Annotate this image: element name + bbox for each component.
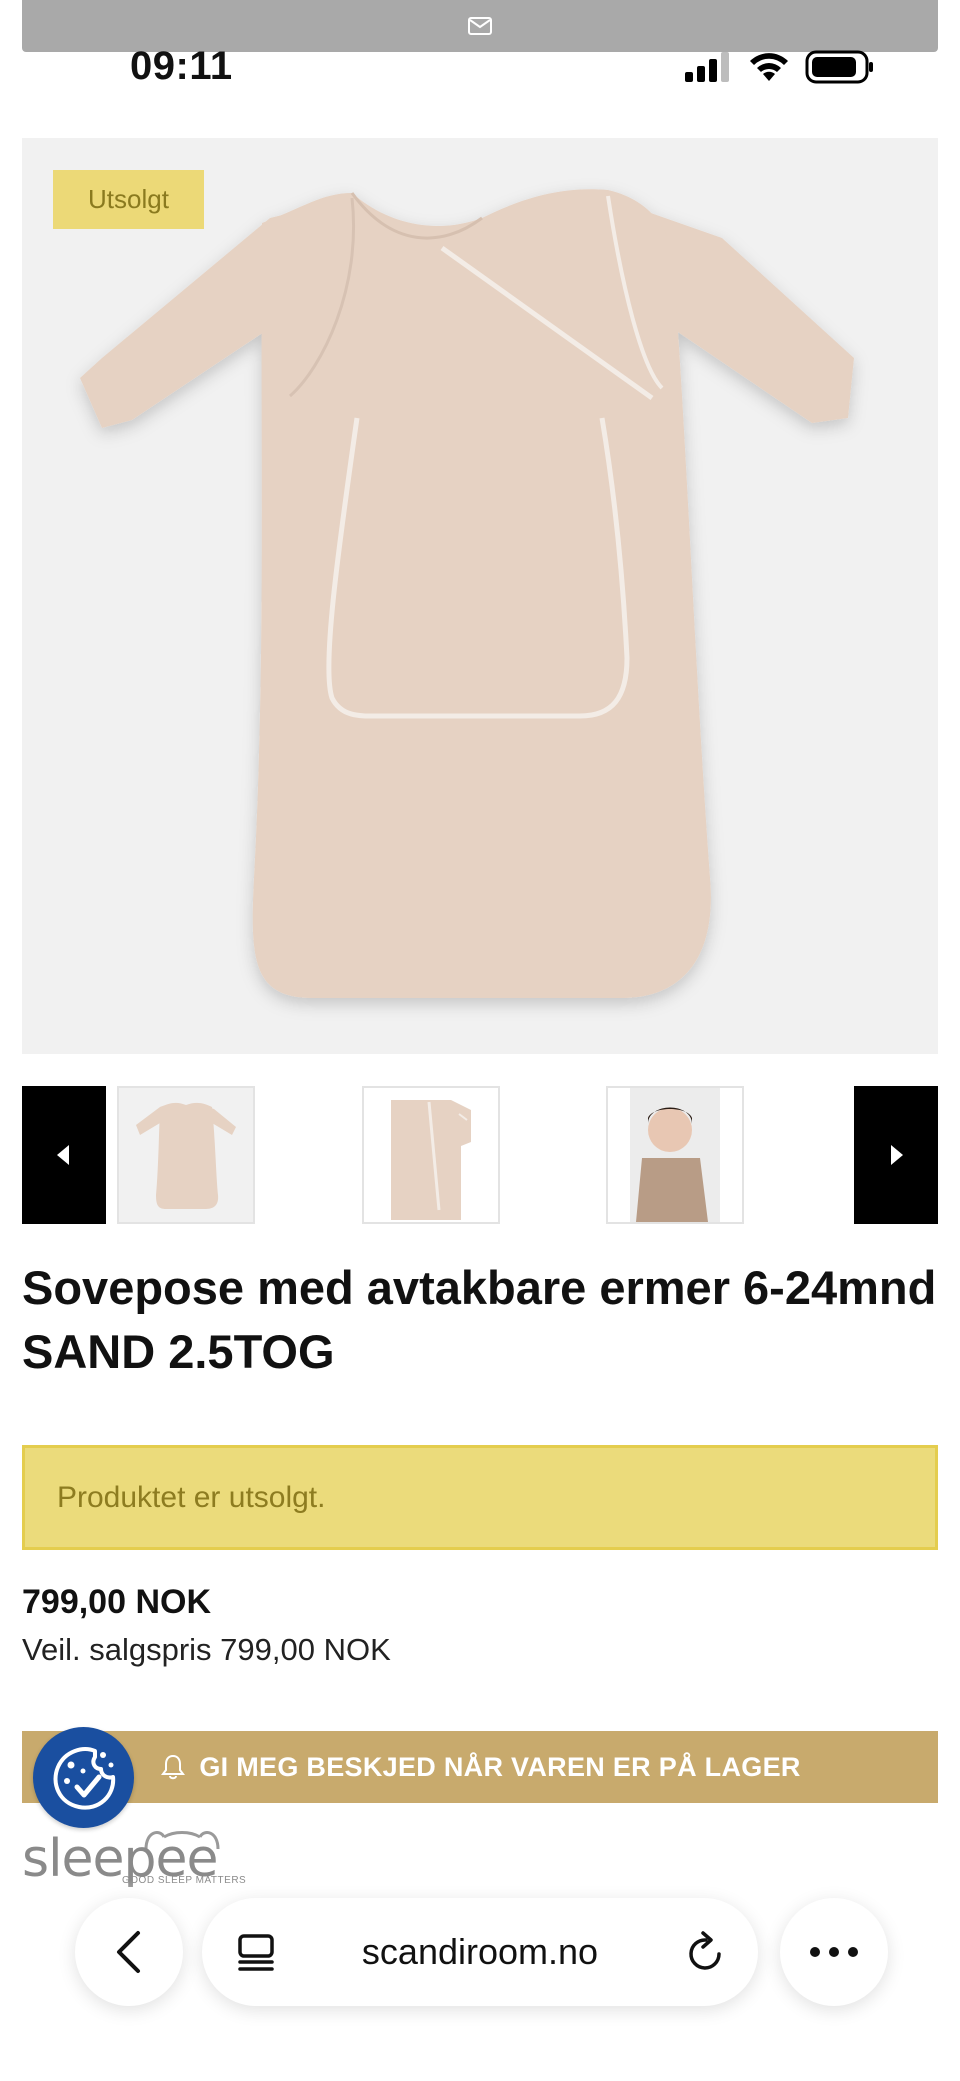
wifi-icon	[750, 53, 788, 81]
more-button[interactable]	[780, 1898, 888, 2006]
signal-icon	[685, 52, 729, 82]
caret-right-icon	[891, 1145, 903, 1165]
thumbnail-image	[136, 1102, 236, 1209]
sleeping-bag-image	[80, 189, 854, 999]
recommended-price: Veil. salgspris 799,00 NOK	[22, 1632, 391, 1667]
thumbnail-2[interactable]	[362, 1086, 500, 1224]
carousel-prev-button[interactable]	[22, 1086, 106, 1224]
soldout-badge: Utsolgt	[53, 170, 204, 229]
price: 799,00 NOK	[22, 1583, 211, 1621]
carousel-next-button[interactable]	[854, 1086, 938, 1224]
product-title: Sovepose med avtakbare ermer 6-24mnd SAN…	[22, 1261, 937, 1378]
back-button[interactable]	[75, 1898, 183, 2006]
reload-icon[interactable]	[686, 1930, 726, 1974]
thumbnail-image	[630, 1088, 720, 1222]
thumbnail-carousel	[22, 1086, 938, 1224]
thumbnail-image	[391, 1100, 471, 1220]
more-icon	[810, 1947, 858, 1957]
cookie-settings-button[interactable]	[33, 1727, 134, 1828]
thumbnail-3[interactable]	[606, 1086, 744, 1224]
clock: 09:11	[130, 44, 233, 88]
status-icons	[683, 50, 875, 84]
caret-left-icon	[57, 1145, 69, 1165]
cookie-icon	[53, 1746, 115, 1810]
product-image[interactable]: Utsolgt	[22, 138, 938, 1054]
notify-label: GI MEG BESKJED NÅR VAREN ER PÅ LAGER	[199, 1751, 801, 1782]
mail-icon	[468, 17, 492, 35]
soldout-notice: Produktet er utsolgt.	[22, 1445, 938, 1550]
notify-when-in-stock-button[interactable]: GI MEG BESKJED NÅR VAREN ER PÅ LAGER	[22, 1731, 938, 1803]
address-bar[interactable]: scandiroom.no	[202, 1898, 758, 2006]
battery-icon	[805, 50, 873, 84]
status-bar: 09:11	[0, 44, 960, 88]
thumbnail-1[interactable]	[117, 1086, 255, 1224]
url-text[interactable]: scandiroom.no	[202, 1931, 758, 1973]
bell-icon	[161, 1754, 186, 1780]
chevron-left-icon	[117, 1931, 140, 1973]
